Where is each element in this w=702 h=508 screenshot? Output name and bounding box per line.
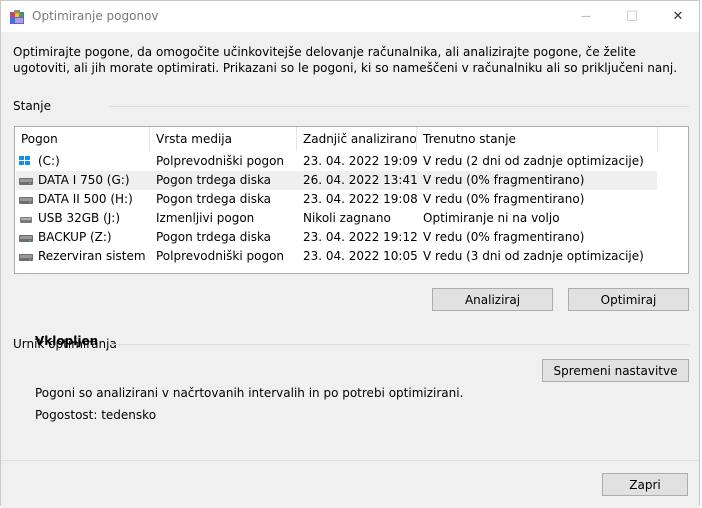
window-title: Optimiranje pogonov <box>32 9 159 23</box>
optimize-button[interactable]: Optimiraj <box>568 288 689 311</box>
drive-name: Rezerviran sistem <box>38 249 146 263</box>
hard-drive-icon <box>19 235 33 242</box>
drive-media-type: Polprevodniški pogon <box>156 154 285 168</box>
maximize-button[interactable]: ☐ <box>609 1 655 32</box>
drive-status: V redu (0% fragmentirano) <box>423 192 585 206</box>
usb-drive-icon <box>20 217 32 223</box>
minimize-button[interactable]: — <box>563 1 609 32</box>
drive-last-analyzed: 23. 04. 2022 10:05 <box>303 249 418 263</box>
drive-last-analyzed: 23. 04. 2022 19:08 <box>303 192 418 206</box>
column-header-media-type[interactable]: Vrsta medija <box>150 127 297 151</box>
drive-name: DATA I 750 (G:) <box>38 173 130 187</box>
close-button[interactable]: Zapri <box>602 473 688 496</box>
hard-drive-icon <box>19 254 33 261</box>
drive-row[interactable]: Rezerviran sistem Polprevodniški pogon 2… <box>16 247 657 266</box>
hard-drive-icon <box>19 178 33 185</box>
drive-row[interactable]: BACKUP (Z:) Pogon trdega diska 23. 04. 2… <box>16 228 657 247</box>
drive-name: DATA II 500 (H:) <box>38 192 133 206</box>
description-text: Optimirajte pogone, da omogočite učinkov… <box>13 45 678 75</box>
optimize-drives-window: Optimiranje pogonov — ☐ ✕ Optimirajte po… <box>0 0 700 508</box>
change-settings-button[interactable]: Spremeni nastavitve <box>542 359 689 382</box>
defrag-app-icon <box>10 10 24 24</box>
schedule-state: Vklopljen <box>35 334 99 348</box>
drive-media-type: Izmenljivi pogon <box>156 211 255 225</box>
drive-row[interactable]: (C:) Polprevodniški pogon 23. 04. 2022 1… <box>16 152 657 171</box>
drive-media-type: Pogon trdega diska <box>156 192 272 206</box>
maximize-icon: ☐ <box>625 8 639 25</box>
drive-status: V redu (2 dni od zadnje optimizacije) <box>423 154 644 168</box>
drive-name: (C:) <box>38 154 60 168</box>
column-header-drive[interactable]: Pogon <box>15 127 150 151</box>
drive-status: V redu (0% fragmentirano) <box>423 230 585 244</box>
hard-drive-icon <box>19 197 33 204</box>
drive-last-analyzed: 23. 04. 2022 19:12 <box>303 230 418 244</box>
close-icon: ✕ <box>672 9 684 24</box>
drive-row[interactable]: USB 32GB (J:) Izmenljivi pogon Nikoli za… <box>16 209 657 228</box>
windows-drive-icon <box>19 156 30 165</box>
drive-media-type: Polprevodniški pogon <box>156 249 285 263</box>
drive-status: V redu (0% fragmentirano) <box>423 173 585 187</box>
dialog-content: Optimirajte pogone, da omogočite učinkov… <box>1 32 699 508</box>
column-header-current-status[interactable]: Trenutno stanje <box>417 127 658 151</box>
drive-last-analyzed: 23. 04. 2022 19:09 <box>303 154 418 168</box>
schedule-frequency-text: Pogostost: tedensko <box>35 408 157 422</box>
drive-last-analyzed: Nikoli zagnano <box>303 211 391 225</box>
dialog-footer: Zapri <box>1 460 699 508</box>
status-section-label: Stanje <box>13 99 51 113</box>
drive-name: BACKUP (Z:) <box>38 230 112 244</box>
close-window-button[interactable]: ✕ <box>655 1 701 32</box>
schedule-info-text: Pogoni so analizirani v načrtovanih inte… <box>35 386 464 400</box>
drive-last-analyzed: 26. 04. 2022 13:41 <box>303 173 418 187</box>
minimize-icon: — <box>581 11 591 22</box>
drive-row[interactable]: DATA I 750 (G:) Pogon trdega diska 26. 0… <box>16 171 657 190</box>
drive-row[interactable]: DATA II 500 (H:) Pogon trdega diska 23. … <box>16 190 657 209</box>
status-divider <box>109 106 689 107</box>
drive-media-type: Pogon trdega diska <box>156 230 272 244</box>
analyze-button[interactable]: Analiziraj <box>432 288 553 311</box>
title-bar[interactable]: Optimiranje pogonov — ☐ ✕ <box>1 1 699 32</box>
schedule-divider <box>109 344 689 345</box>
drive-status: V redu (3 dni od zadnje optimizacije) <box>423 249 644 263</box>
drives-list-header: Pogon Vrsta medija Zadnjič analizirano..… <box>15 127 688 151</box>
drive-name: USB 32GB (J:) <box>38 211 121 225</box>
drive-media-type: Pogon trdega diska <box>156 173 272 187</box>
drives-list[interactable]: Pogon Vrsta medija Zadnjič analizirano..… <box>14 126 689 274</box>
drive-status: Optimiranje ni na voljo <box>423 211 560 225</box>
column-header-last-analyzed[interactable]: Zadnjič analizirano... <box>297 127 417 151</box>
